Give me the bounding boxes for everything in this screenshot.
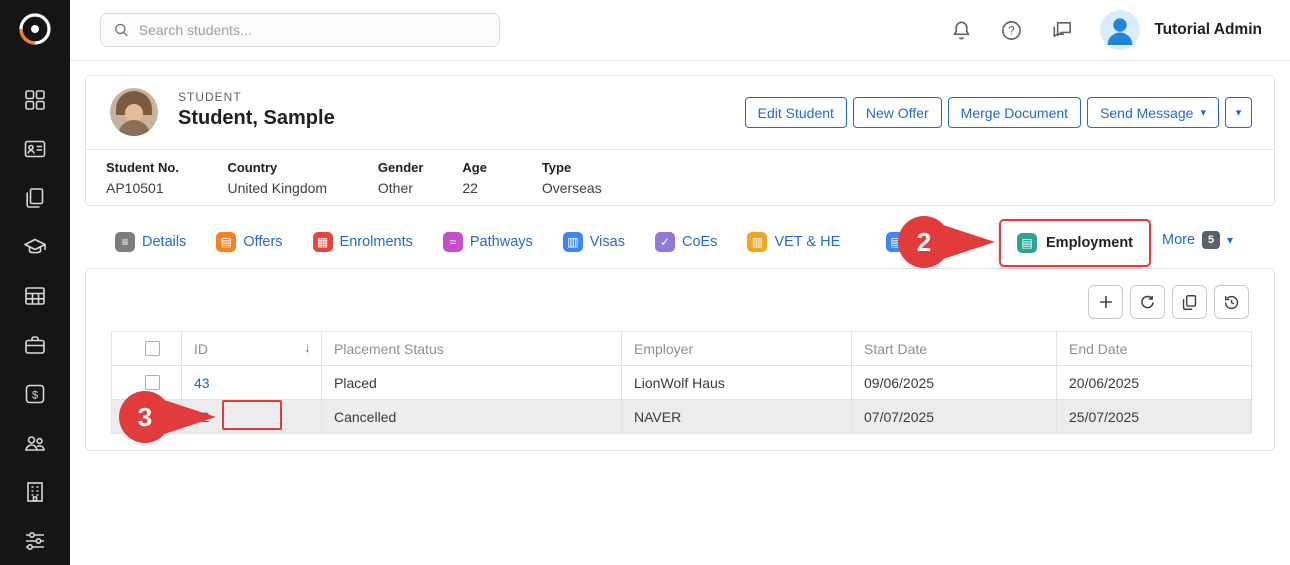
refresh-icon (1138, 293, 1157, 312)
details-icon: ≡ (115, 232, 135, 252)
copy-icon (1180, 293, 1199, 312)
tab-pathways[interactable]: ≈Pathways (443, 232, 533, 252)
cell-start: 07/07/2025 (852, 400, 1057, 434)
cell-status: Placed (322, 366, 622, 400)
row-checkbox[interactable] (145, 375, 160, 390)
search-box[interactable] (100, 13, 500, 47)
add-record-button[interactable] (1088, 285, 1123, 319)
col-start-date: Start Date (852, 332, 1057, 366)
cell-end: 25/07/2025 (1057, 400, 1252, 434)
coes-icon: ✓ (655, 232, 675, 252)
settings-sliders-icon[interactable] (23, 529, 47, 553)
chat-icon[interactable] (1050, 19, 1073, 42)
user-menu[interactable]: Tutorial Admin (1100, 10, 1262, 50)
chevron-down-icon: ▾ (1227, 233, 1233, 247)
annotation-step-number: 3 (118, 389, 172, 445)
send-message-button[interactable]: Send Message▾ (1087, 97, 1219, 128)
user-avatar (1100, 10, 1140, 50)
annotation-arrow-step-3: 3 (118, 389, 218, 445)
cell-end: 20/06/2025 (1057, 366, 1252, 400)
tab-visas[interactable]: ▥Visas (563, 232, 625, 252)
finance-icon[interactable]: $ (23, 382, 47, 406)
tab-more[interactable]: More 5 ▾ (1162, 231, 1233, 249)
info-gender: GenderOther (378, 160, 458, 196)
svg-text:?: ? (1009, 25, 1015, 37)
col-employer: Employer (622, 332, 852, 366)
app-window: $ ? Tutorial Admin STUDENT (0, 0, 1290, 565)
notifications-bell-icon[interactable] (950, 19, 973, 42)
table-row: 43 Placed LionWolf Haus 09/06/2025 20/06… (112, 366, 1252, 400)
tab-vet-he[interactable]: ▥VET & HE (747, 232, 840, 252)
info-student-no: Student No.AP10501 (106, 160, 223, 196)
vet-he-icon: ▥ (747, 232, 767, 252)
student-type-label: STUDENT (178, 90, 242, 104)
info-age: Age22 (462, 160, 537, 196)
tab-offers[interactable]: ▤Offers (216, 232, 282, 252)
topbar-right: ? Tutorial Admin (950, 0, 1262, 60)
sidebar: $ (0, 0, 70, 565)
student-photo (110, 88, 158, 136)
more-actions-caret-button[interactable]: ▾ (1225, 97, 1252, 128)
employment-panel: ID ↓ Placement Status Employer Start Date… (85, 268, 1275, 451)
history-icon (1222, 293, 1241, 312)
chevron-down-icon: ▾ (1200, 106, 1206, 119)
visas-icon: ▥ (563, 232, 583, 252)
student-name: Student, Sample (178, 107, 335, 130)
reports-icon[interactable] (23, 284, 47, 308)
student-info-row: Student No.AP10501 CountryUnited Kingdom… (86, 149, 1274, 206)
chevron-down-icon: ▾ (1236, 106, 1242, 119)
table-row: 42 Cancelled NAVER 07/07/2025 25/07/2025 (112, 400, 1252, 434)
tab-coes[interactable]: ✓CoEs (655, 232, 717, 252)
info-country: CountryUnited Kingdom (227, 160, 373, 196)
more-count-badge: 5 (1202, 231, 1220, 249)
new-offer-button[interactable]: New Offer (853, 97, 942, 128)
dashboard-icon[interactable] (23, 88, 47, 112)
campus-icon[interactable] (23, 480, 47, 504)
app-logo[interactable] (15, 9, 55, 49)
student-header-card: STUDENT Student, Sample Edit Student New… (85, 75, 1275, 206)
enrolments-icon: ▦ (313, 232, 333, 252)
col-placement-status: Placement Status (322, 332, 622, 366)
cell-employer: NAVER (622, 400, 852, 434)
svg-text:$: $ (32, 389, 38, 401)
select-all-checkbox[interactable] (145, 341, 160, 356)
table-header-row: ID ↓ Placement Status Employer Start Date… (112, 332, 1252, 366)
tab-enrolments[interactable]: ▦Enrolments (313, 232, 413, 252)
employment-table: ID ↓ Placement Status Employer Start Date… (111, 331, 1252, 434)
documents-icon[interactable] (23, 186, 47, 210)
cell-status: Cancelled (322, 400, 622, 434)
merge-document-button[interactable]: Merge Document (948, 97, 1081, 128)
cell-employer: LionWolf Haus (622, 366, 852, 400)
copy-button[interactable] (1172, 285, 1207, 319)
search-input[interactable] (139, 22, 487, 38)
grid-toolbar (1088, 285, 1249, 319)
history-button[interactable] (1214, 285, 1249, 319)
col-id: ID (194, 341, 208, 357)
employment-icon: ▤ (1017, 233, 1037, 253)
sidebar-nav: $ (0, 88, 70, 553)
info-type: TypeOverseas (542, 160, 602, 196)
student-actions: Edit Student New Offer Merge Document Se… (745, 97, 1252, 128)
user-name: Tutorial Admin (1154, 21, 1262, 39)
topbar: ? Tutorial Admin (70, 0, 1290, 61)
employers-icon[interactable] (23, 333, 47, 357)
annotation-arrow-step-2: 2 (897, 214, 997, 270)
pathways-icon: ≈ (443, 232, 463, 252)
agents-icon[interactable] (23, 431, 47, 455)
col-end-date: End Date (1057, 332, 1252, 366)
offers-icon: ▤ (216, 232, 236, 252)
contacts-icon[interactable] (23, 137, 47, 161)
sort-desc-icon[interactable]: ↓ (304, 339, 311, 355)
edit-student-button[interactable]: Edit Student (745, 97, 847, 128)
courses-icon[interactable] (23, 235, 47, 259)
plus-icon (1096, 292, 1116, 312)
tab-employment[interactable]: ▤ Employment (999, 219, 1151, 267)
tab-details[interactable]: ≡Details (115, 232, 186, 252)
student-tabs: ≡Details ▤Offers ▦Enrolments ≈Pathways ▥… (115, 219, 840, 265)
help-icon[interactable]: ? (1000, 19, 1023, 42)
cell-start: 09/06/2025 (852, 366, 1057, 400)
annotation-step-number: 2 (897, 214, 951, 270)
refresh-button[interactable] (1130, 285, 1165, 319)
search-icon (113, 21, 130, 39)
